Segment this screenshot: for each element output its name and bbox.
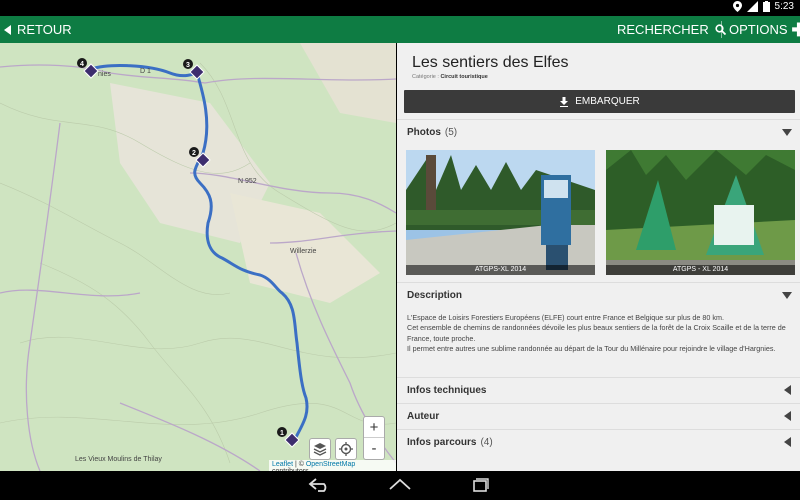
section-auteur[interactable]: Auteur — [397, 403, 800, 428]
embark-button[interactable]: EMBARQUER — [404, 90, 795, 113]
status-bar: 5:23 — [0, 0, 800, 16]
photo-1-image — [406, 150, 595, 275]
zoom-control: + - — [363, 416, 385, 460]
action-bar: RETOUR RECHERCHER OPTIONS ✚ — [0, 16, 800, 43]
map-place-moulins: Les Vieux Moulins de Thilay — [75, 456, 162, 463]
search-label: RECHERCHER — [617, 22, 709, 37]
photo-2-caption: ATGPS - XL 2014 — [606, 265, 795, 275]
system-nav-bar — [0, 471, 800, 500]
zoom-in-button[interactable]: + — [364, 417, 384, 438]
section-infos-parcours[interactable]: Infos parcours (4) — [397, 429, 800, 454]
description-text: L'Espace de Loisirs Forestiers Européens… — [407, 313, 793, 355]
marker-4-label: 4 — [80, 61, 84, 68]
layers-icon — [313, 443, 327, 456]
attribution-sep: | © — [293, 461, 306, 468]
category-line: Catégorie : Circuit touristique — [412, 74, 488, 80]
map-road2-label: D 1 — [140, 68, 151, 75]
signal-icon — [746, 1, 758, 12]
expanded-arrow-icon — [782, 129, 792, 136]
section-count: (4) — [480, 436, 493, 448]
marker-2-label: 2 — [192, 150, 196, 157]
osm-link[interactable]: OpenStreetMap — [306, 461, 355, 468]
back-arrow-icon — [4, 24, 11, 35]
detail-panel: Les sentiers des Elfes Catégorie : Circu… — [397, 43, 800, 471]
nav-home-icon[interactable] — [388, 477, 412, 493]
status-time: 5:23 — [774, 1, 794, 12]
photo-2-image — [606, 150, 795, 275]
plus-icon: ✚ — [791, 19, 800, 40]
nav-back-icon[interactable] — [308, 477, 332, 493]
zoom-out-button[interactable]: - — [364, 438, 384, 459]
download-icon — [560, 96, 569, 107]
section-label: Infos parcours — [407, 436, 477, 448]
map-road-label: N 952 — [238, 178, 257, 185]
back-button[interactable]: RETOUR — [4, 16, 72, 43]
photo-1[interactable]: ATGPS-XL 2014 — [406, 150, 595, 275]
collapsed-arrow-icon — [784, 385, 791, 395]
map-town-label: nies — [98, 71, 111, 78]
section-label: Infos techniques — [407, 384, 487, 396]
collapsed-arrow-icon — [784, 437, 791, 447]
photos-count: (5) — [444, 126, 458, 138]
expanded-arrow-icon — [782, 292, 792, 299]
locate-icon — [339, 442, 353, 456]
map-canvas[interactable]: 1 2 3 4 nies D 1 N 952 Willerzie Les Vie… — [0, 43, 396, 471]
embark-label: EMBARQUER — [575, 96, 640, 107]
section-infos-techniques[interactable]: Infos techniques — [397, 377, 800, 402]
description-line: Il permet entre autres une sublime rando… — [407, 344, 776, 354]
map-attribution: Leaflet | © OpenStreetMap contributors — [269, 460, 396, 471]
battery-icon — [762, 1, 770, 12]
map-view[interactable]: 1 2 3 4 nies D 1 N 952 Willerzie Les Vie… — [0, 43, 396, 471]
options-button[interactable]: OPTIONS ✚ — [729, 16, 800, 43]
layers-button[interactable] — [309, 438, 331, 460]
collapsed-arrow-icon — [784, 411, 791, 421]
map-place-willerzie: Willerzie — [290, 248, 317, 255]
category-label: Catégorie : — [412, 74, 441, 80]
description-header[interactable]: Description — [397, 282, 800, 307]
photo-2[interactable]: ATGPS - XL 2014 — [606, 150, 795, 275]
actionbar-divider — [721, 21, 722, 38]
description-line: L'Espace de Loisirs Forestiers Européens… — [407, 313, 724, 322]
page-title: Les sentiers des Elfes — [412, 54, 569, 71]
leaflet-link[interactable]: Leaflet — [272, 461, 293, 468]
options-label: OPTIONS — [729, 22, 788, 37]
photos-header[interactable]: Photos (5) — [397, 119, 800, 144]
location-icon — [732, 1, 742, 12]
description-label: Description — [407, 289, 463, 301]
search-button[interactable]: RECHERCHER — [617, 16, 726, 43]
nav-recents-icon[interactable] — [468, 477, 492, 493]
photo-1-caption: ATGPS-XL 2014 — [406, 265, 595, 275]
description-line: Cet ensemble de chemins de randonnées dé… — [407, 323, 786, 343]
category-value: Circuit touristique — [440, 74, 488, 80]
status-icons: 5:23 — [732, 1, 794, 12]
marker-1-label: 1 — [280, 430, 284, 437]
locate-button[interactable] — [335, 438, 357, 460]
photos-label: Photos — [407, 126, 441, 138]
back-label: RETOUR — [17, 22, 72, 37]
marker-3-label: 3 — [186, 62, 190, 69]
section-label: Auteur — [407, 410, 440, 422]
